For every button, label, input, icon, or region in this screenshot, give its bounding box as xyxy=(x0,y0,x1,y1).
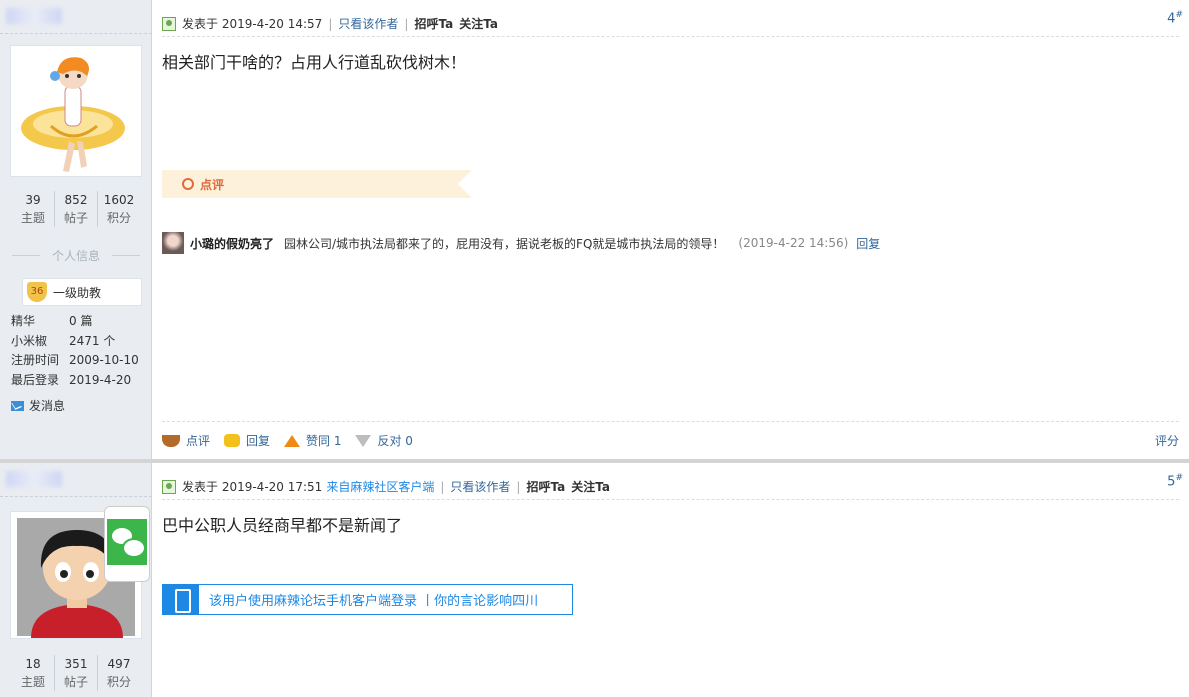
mobile-phone-icon xyxy=(163,585,199,614)
info-value: 2471 个 xyxy=(69,333,116,348)
author-name-blurred[interactable] xyxy=(6,8,62,24)
dianping-header: 点评 xyxy=(162,170,472,198)
personal-info-title: 个人信息 xyxy=(10,247,142,264)
greet-link[interactable]: 招呼Ta xyxy=(526,478,565,495)
user-rank: 36 一级助教 xyxy=(22,278,142,306)
rank-badge-icon: 36 xyxy=(27,282,47,302)
info-row-register: 注册时间 2009-10-10 xyxy=(11,351,139,371)
post-content: 相关部门干啥的？占用人行道乱砍伐树木！ xyxy=(162,53,467,72)
floor-suffix: # xyxy=(1175,473,1183,483)
user-stats: 39 主题 852 帖子 1602 积分 xyxy=(12,191,140,227)
stat-value: 351 xyxy=(64,657,88,671)
stat-label: 帖子 xyxy=(63,675,88,689)
commenter-name[interactable]: 小璐的假奶亮了 xyxy=(190,235,274,252)
speech-bubble-icon xyxy=(224,434,241,447)
follow-link[interactable]: 关注Ta xyxy=(571,478,610,495)
post-actions: 点评 回复 赞同 1 反对 0 评分 xyxy=(162,421,1179,459)
post-content: 巴中公职人员经商早都不是新闻了 xyxy=(162,516,403,535)
stat-threads[interactable]: 39 主题 xyxy=(12,191,55,227)
rank-name: 一级助教 xyxy=(53,285,102,300)
online-status-icon xyxy=(162,16,176,31)
floor-suffix: # xyxy=(1175,10,1183,20)
info-key: 小米椒 xyxy=(11,333,48,348)
avatar[interactable] xyxy=(10,45,142,177)
stat-label: 主题 xyxy=(20,675,45,689)
info-key: 最后登录 xyxy=(11,372,60,387)
stat-value: 497 xyxy=(107,657,131,671)
comment-item: 小璐的假奶亮了 园林公司/城市执法局都来了的，屁用没有，据说老板的FQ就是城市执… xyxy=(162,231,880,255)
stat-threads[interactable]: 18 主题 xyxy=(12,655,55,691)
info-row-pepper: 小米椒 2471 个 xyxy=(11,332,139,352)
mobile-banner-text: 该用户使用麻辣论坛手机客户端登录 丨你的言论影响四川 xyxy=(209,594,539,609)
greet-link[interactable]: 招呼Ta xyxy=(414,15,453,32)
comment-text: 园林公司/城市执法局都来了的，屁用没有，据说老板的FQ就是城市执法局的领导！ xyxy=(284,236,725,251)
wechat-client-badge[interactable] xyxy=(104,506,150,582)
dianping-button[interactable]: 点评 xyxy=(162,432,210,449)
post-floor-4: 39 主题 852 帖子 1602 积分 个人信息 36 一级助教 精华 0 篇… xyxy=(0,0,1189,459)
comment-reply-link[interactable]: 回复 xyxy=(856,235,880,252)
author-sidebar: 18 主题 351 帖子 497 积分 xyxy=(0,463,152,697)
post-main: 发表于 2019-4-20 14:57 | 只看该作者 | 招呼Ta 关注Ta … xyxy=(152,0,1189,459)
rate-button[interactable]: 评分 xyxy=(1155,432,1179,449)
author-name-blurred[interactable] xyxy=(6,471,62,487)
like-action-label: 赞同 1 xyxy=(306,434,342,448)
floor-number[interactable]: 5# xyxy=(1167,473,1183,489)
info-row-last-login: 最后登录 2019-4-20 xyxy=(11,371,139,391)
stat-label: 积分 xyxy=(106,211,131,225)
post-meta: 发表于 2019-4-20 14:57 | 只看该作者 | 招呼Ta 关注Ta xyxy=(162,11,1179,37)
dislike-action-label: 反对 0 xyxy=(377,434,413,448)
only-author-link[interactable]: 只看该作者 xyxy=(338,15,398,32)
arrow-up-icon xyxy=(284,434,301,447)
cup-icon xyxy=(162,434,180,447)
stat-posts[interactable]: 351 帖子 xyxy=(55,655,98,691)
wechat-icon xyxy=(107,519,147,565)
dianping-label: 点评 xyxy=(200,177,225,192)
envelope-icon xyxy=(11,400,24,411)
info-value: 2019-4-20 xyxy=(69,372,132,387)
send-message-label: 发消息 xyxy=(29,399,66,413)
commenter-avatar[interactable] xyxy=(162,232,184,254)
info-value: 2009-10-10 xyxy=(69,353,139,367)
comment-time: (2019-4-22 14:56) xyxy=(738,236,849,250)
stat-label: 积分 xyxy=(106,675,131,689)
author-sidebar: 39 主题 852 帖子 1602 积分 个人信息 36 一级助教 精华 0 篇… xyxy=(0,0,152,459)
only-author-link[interactable]: 只看该作者 xyxy=(450,478,510,495)
stat-value: 1602 xyxy=(103,193,135,207)
post-main: 发表于 2019-4-20 17:51 来自麻辣社区客户端 | 只看该作者 | … xyxy=(152,463,1189,697)
like-button[interactable]: 赞同 1 xyxy=(284,432,341,449)
ring-icon xyxy=(182,178,194,190)
send-message-link[interactable]: 发消息 xyxy=(11,397,65,414)
follow-link[interactable]: 关注Ta xyxy=(459,15,498,32)
dislike-button[interactable]: 反对 0 xyxy=(355,432,413,449)
stat-label: 主题 xyxy=(20,211,45,225)
source-client-link[interactable]: 来自麻辣社区客户端 xyxy=(326,478,434,495)
post-meta: 发表于 2019-4-20 17:51 来自麻辣社区客户端 | 只看该作者 | … xyxy=(162,474,1179,500)
stat-points[interactable]: 1602 积分 xyxy=(98,191,140,227)
reply-action-label: 回复 xyxy=(246,434,271,448)
info-value: 0 篇 xyxy=(69,314,93,328)
stat-label: 帖子 xyxy=(63,211,88,225)
avatar-image xyxy=(21,57,125,172)
stat-posts[interactable]: 852 帖子 xyxy=(55,191,98,227)
info-row-digest: 精华 0 篇 xyxy=(11,312,139,332)
info-key: 精华 xyxy=(11,314,36,328)
reply-button[interactable]: 回复 xyxy=(224,432,270,449)
post-time: 发表于 2019-4-20 17:51 xyxy=(182,480,323,494)
stat-value: 39 xyxy=(25,193,41,207)
online-status-icon xyxy=(162,479,176,494)
info-key: 注册时间 xyxy=(11,353,60,367)
mobile-login-banner[interactable]: 该用户使用麻辣论坛手机客户端登录 丨你的言论影响四川 xyxy=(162,584,573,615)
post-time: 发表于 2019-4-20 14:57 xyxy=(182,17,323,31)
user-info-list: 精华 0 篇 小米椒 2471 个 注册时间 2009-10-10 最后登录 2… xyxy=(11,312,139,390)
stat-value: 18 xyxy=(25,657,41,671)
stat-points[interactable]: 497 积分 xyxy=(98,655,140,691)
dianping-action-label: 点评 xyxy=(186,434,211,448)
divider xyxy=(0,496,152,497)
post-floor-5: 18 主题 351 帖子 497 积分 发表于 2019-4-20 17:51 … xyxy=(0,463,1189,697)
floor-number[interactable]: 4# xyxy=(1167,10,1183,26)
divider xyxy=(0,33,152,34)
stat-value: 852 xyxy=(64,193,88,207)
user-stats: 18 主题 351 帖子 497 积分 xyxy=(12,655,140,691)
arrow-down-icon xyxy=(355,434,372,447)
